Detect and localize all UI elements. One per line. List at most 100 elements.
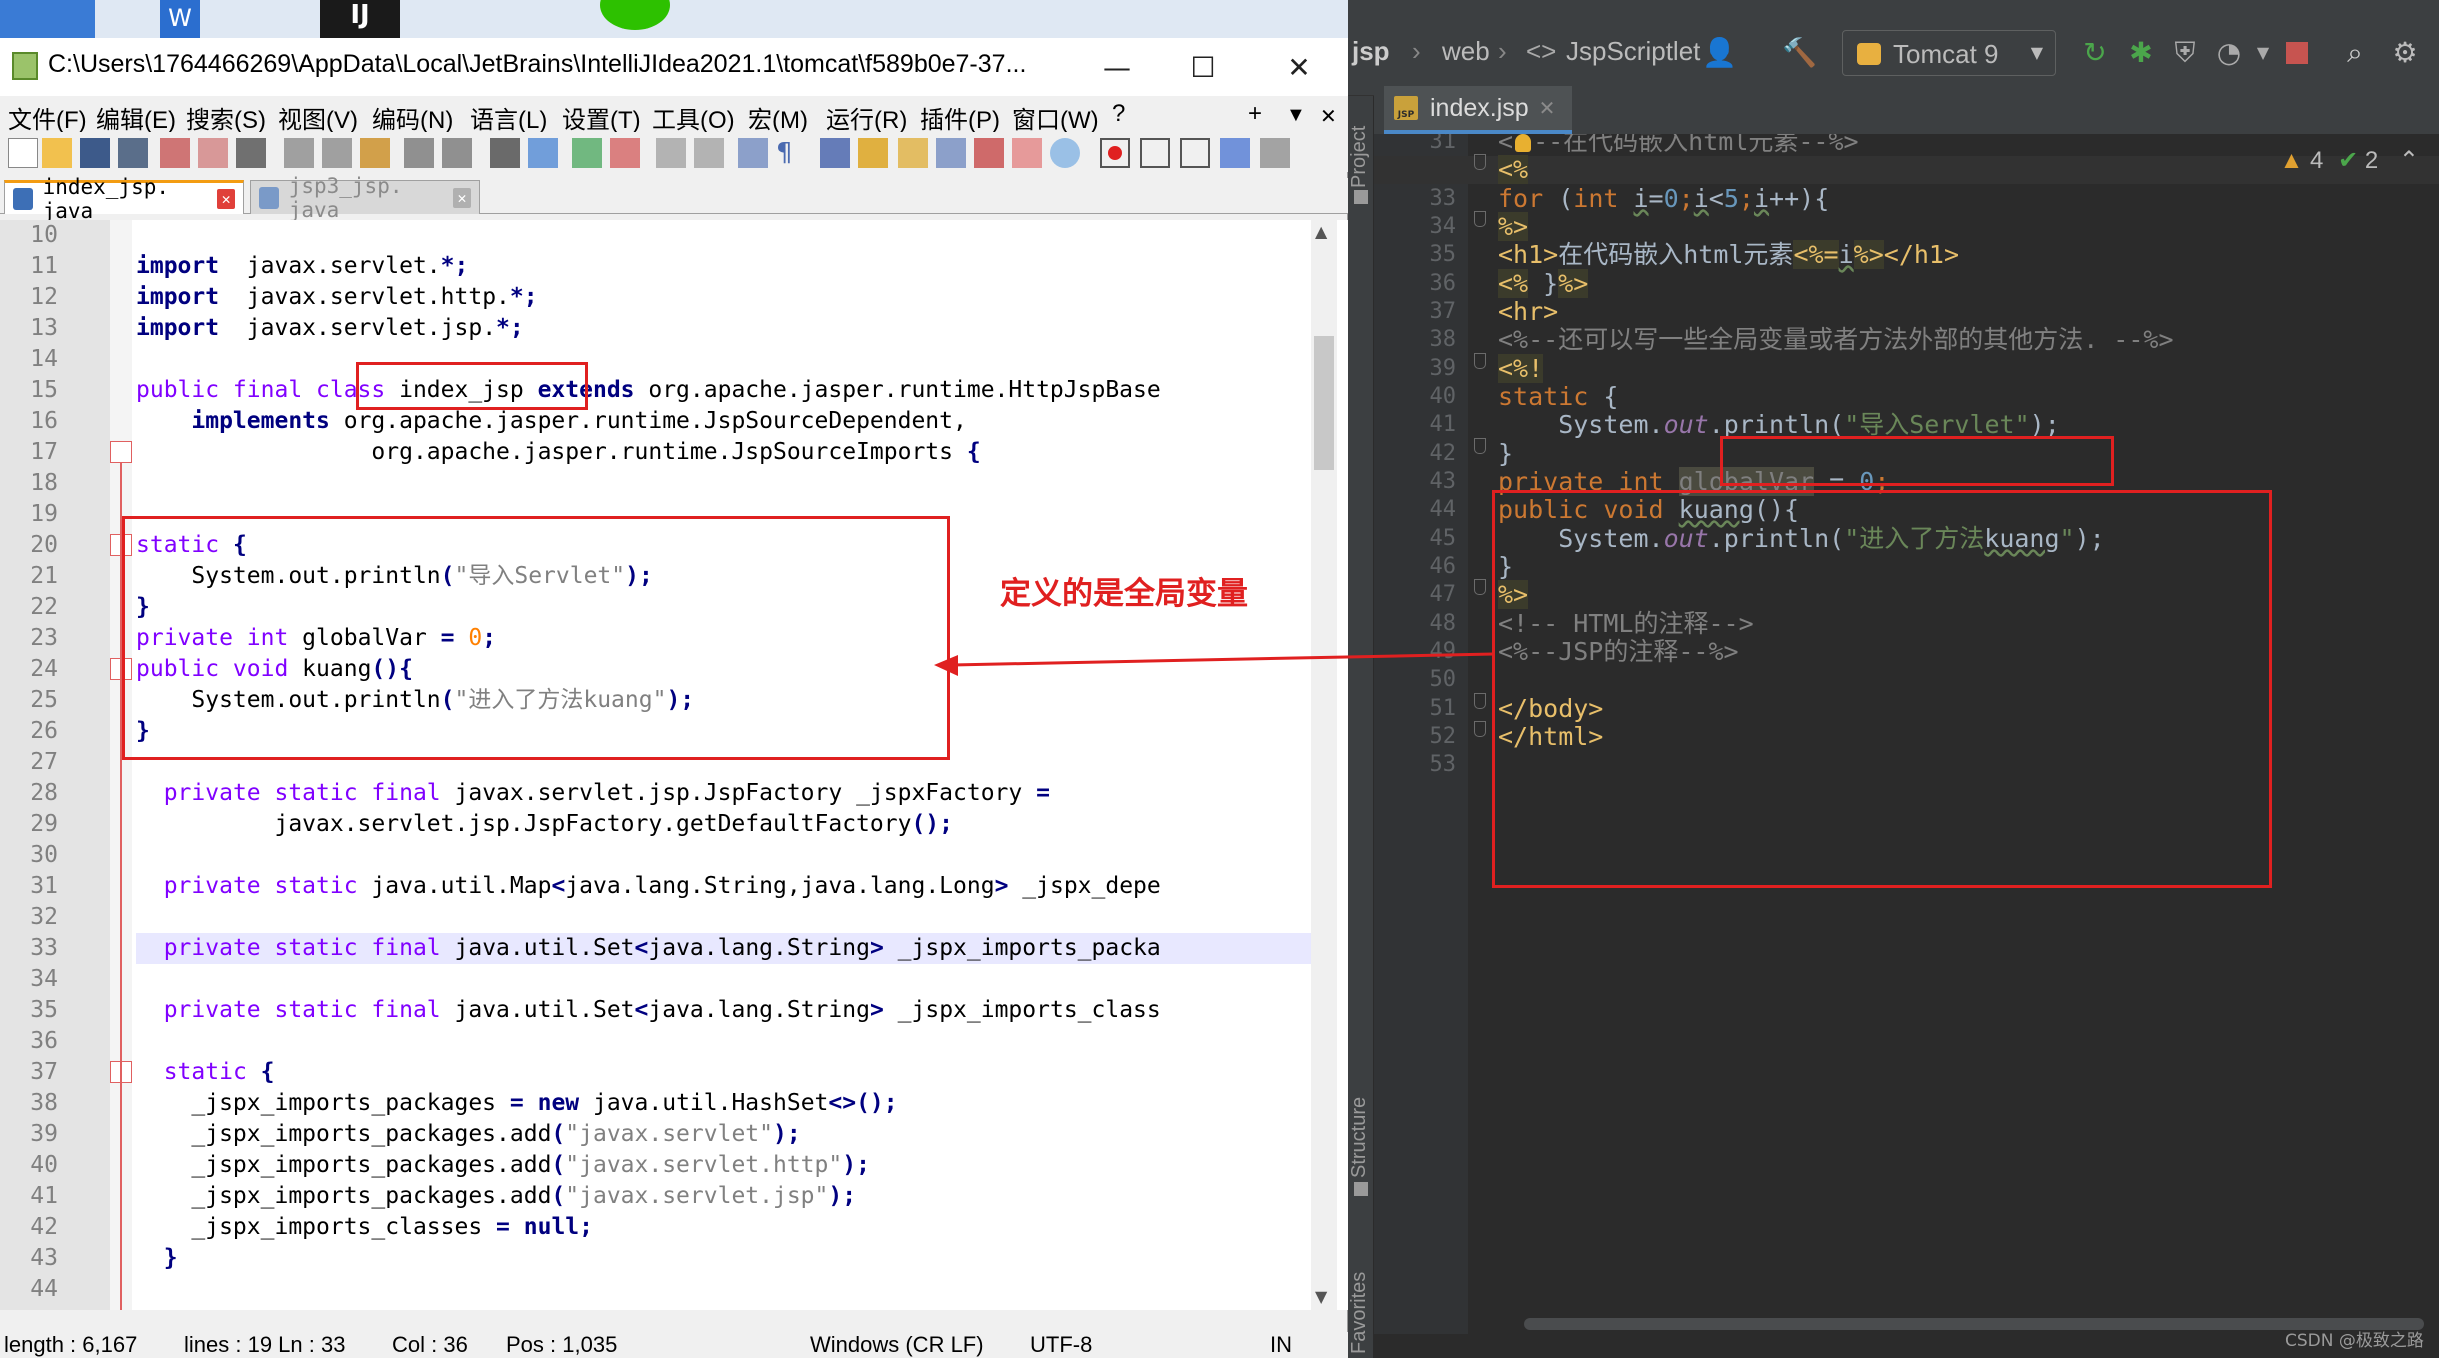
paste-icon[interactable] xyxy=(360,138,390,168)
folder-workspace-icon[interactable] xyxy=(974,138,1004,168)
fold-toggle-icon[interactable] xyxy=(1474,211,1486,227)
scroll-up-icon[interactable]: ▲ xyxy=(1315,222,1327,241)
menu-window[interactable]: 窗口(W) xyxy=(1012,100,1099,135)
project-tool-button[interactable]: Project xyxy=(1348,98,1374,188)
close-file-icon[interactable] xyxy=(160,138,190,168)
replace-icon[interactable] xyxy=(528,138,558,168)
minimize-button[interactable]: — xyxy=(1086,38,1148,96)
chevron-up-icon[interactable]: ⌃ xyxy=(2399,147,2419,174)
run-config-selector[interactable]: Tomcat 9 ▼ xyxy=(1842,30,2056,76)
fold-toggle-icon[interactable] xyxy=(1474,154,1486,170)
new-file-icon[interactable] xyxy=(8,138,38,168)
code-token: = xyxy=(1648,184,1664,213)
chevron-down-icon[interactable]: ▼ xyxy=(2246,36,2280,70)
close-button[interactable]: ✕ xyxy=(1268,38,1330,96)
vertical-scrollbar[interactable]: ▲ ▼ xyxy=(1311,220,1337,1310)
find-icon[interactable] xyxy=(490,138,520,168)
fold-toggle-icon[interactable] xyxy=(110,441,132,463)
fold-toggle-icon[interactable] xyxy=(1474,693,1486,709)
user-icon[interactable]: 👤 xyxy=(1702,36,1737,70)
menu-tools[interactable]: 工具(O) xyxy=(652,100,735,135)
tab-list-dropdown-icon[interactable]: ▼ xyxy=(1286,104,1306,127)
taskbar-wechat-icon[interactable] xyxy=(600,0,670,30)
breadcrumb-jsp[interactable]: jsp xyxy=(1352,36,1390,67)
play-macro-icon[interactable] xyxy=(1180,138,1210,168)
taskbar-strip: W IJ xyxy=(0,0,1348,40)
code-editor[interactable]: 10 11 12 13 14 15 16 17 18 19 20 21 22 23 24 25 26 27 28 29… xyxy=(0,220,1348,1310)
undo-icon[interactable] xyxy=(404,138,434,168)
jsp-code-editor[interactable]: 3132333435363738394041424344454647484950… xyxy=(1374,134,2439,1334)
show-all-chars-icon[interactable]: ¶ xyxy=(776,138,806,168)
stop-macro-icon[interactable] xyxy=(1140,138,1170,168)
fold-toggle-icon[interactable] xyxy=(1474,721,1486,737)
menu-language[interactable]: 语言(L) xyxy=(470,100,547,135)
settings-icon[interactable]: ⚙ xyxy=(2388,36,2422,70)
profile-icon[interactable]: ◔ xyxy=(2212,36,2246,70)
menu-plugins[interactable]: 插件(P) xyxy=(920,100,1000,135)
maximize-button[interactable]: ☐ xyxy=(1172,38,1234,96)
open-file-icon[interactable] xyxy=(42,138,72,168)
structure-tool-button[interactable]: Structure xyxy=(1348,1058,1374,1178)
rerun-icon[interactable]: ↻ xyxy=(2078,36,2112,70)
fold-toggle-icon[interactable] xyxy=(1474,579,1486,595)
sync-v-icon[interactable] xyxy=(656,138,686,168)
breadcrumb-web[interactable]: web xyxy=(1442,36,1490,67)
taskbar-app-1[interactable] xyxy=(0,0,95,40)
fold-toggle-icon[interactable] xyxy=(1474,353,1486,369)
menu-view[interactable]: 视图(V) xyxy=(278,100,358,135)
zoom-in-icon[interactable] xyxy=(572,138,602,168)
save-all-icon[interactable] xyxy=(118,138,148,168)
close-icon[interactable]: ✕ xyxy=(1539,96,1556,120)
word-wrap-icon[interactable] xyxy=(738,138,768,168)
doc-map-icon[interactable] xyxy=(898,138,928,168)
code-token: System. xyxy=(1498,524,1664,553)
menu-macro[interactable]: 宏(M) xyxy=(748,100,808,135)
code-token: i xyxy=(1693,184,1709,213)
menu-file[interactable]: 文件(F) xyxy=(8,100,87,135)
sync-h-icon[interactable] xyxy=(694,138,724,168)
tab-jsp3-jsp-java[interactable]: jsp3_jsp. java ✕ xyxy=(250,174,480,222)
lang-icon[interactable] xyxy=(858,138,888,168)
breadcrumb-jspscriptlet[interactable]: JspScriptlet xyxy=(1566,36,1700,67)
menu-settings[interactable]: 设置(T) xyxy=(562,100,641,135)
tab-index-jsp-java[interactable]: index_jsp. java ✕ xyxy=(4,175,244,223)
stop-icon[interactable] xyxy=(2280,36,2314,70)
monitor-icon[interactable] xyxy=(1012,138,1042,168)
menu-edit[interactable]: 编辑(E) xyxy=(96,100,176,135)
copy-icon[interactable] xyxy=(322,138,352,168)
tab-index-jsp[interactable]: JSP index.jsp ✕ xyxy=(1384,86,1572,134)
save-macro-icon[interactable] xyxy=(1260,138,1290,168)
print-icon[interactable] xyxy=(236,138,266,168)
function-list-icon[interactable] xyxy=(936,138,966,168)
indent-guide-icon[interactable] xyxy=(820,138,850,168)
record-macro-icon[interactable] xyxy=(1100,138,1130,168)
view-icon[interactable] xyxy=(1050,138,1080,168)
play-multiple-icon[interactable] xyxy=(1220,138,1250,168)
menu-search[interactable]: 搜索(S) xyxy=(186,100,266,135)
menu-encoding[interactable]: 编码(N) xyxy=(372,100,453,135)
inspection-widget[interactable]: ▲ 4 ✔ 2 ⌃ xyxy=(2280,146,2419,175)
favorites-tool-button[interactable]: Favorites xyxy=(1348,1244,1374,1354)
debug-bug-icon[interactable]: ✱ xyxy=(2124,36,2158,70)
close-icon[interactable]: ✕ xyxy=(217,188,235,209)
add-tab-icon[interactable]: + xyxy=(1248,100,1262,128)
build-hammer-icon[interactable]: 🔨 xyxy=(1782,36,1817,70)
scroll-down-icon[interactable]: ▼ xyxy=(1315,1287,1327,1306)
cut-icon[interactable] xyxy=(284,138,314,168)
redo-icon[interactable] xyxy=(442,138,472,168)
close-icon[interactable]: ✕ xyxy=(453,187,471,208)
scrollbar-thumb[interactable] xyxy=(1314,336,1334,470)
coverage-icon[interactable]: ⛨ xyxy=(2168,36,2202,70)
line-number: 31 xyxy=(30,873,58,899)
taskbar-intellij-icon[interactable]: IJ xyxy=(320,0,400,40)
close-all-icon[interactable] xyxy=(198,138,228,168)
fold-toggle-icon[interactable] xyxy=(1474,438,1486,454)
search-icon[interactable]: ⌕ xyxy=(2338,36,2372,70)
menu-help[interactable]: ? xyxy=(1112,100,1125,128)
zoom-out-icon[interactable] xyxy=(610,138,640,168)
close-tab-icon[interactable]: ✕ xyxy=(1320,104,1337,129)
code-token: ; xyxy=(1678,184,1694,213)
save-icon[interactable] xyxy=(80,138,110,168)
taskbar-word-icon[interactable]: W xyxy=(160,0,200,40)
menu-run[interactable]: 运行(R) xyxy=(826,100,907,135)
